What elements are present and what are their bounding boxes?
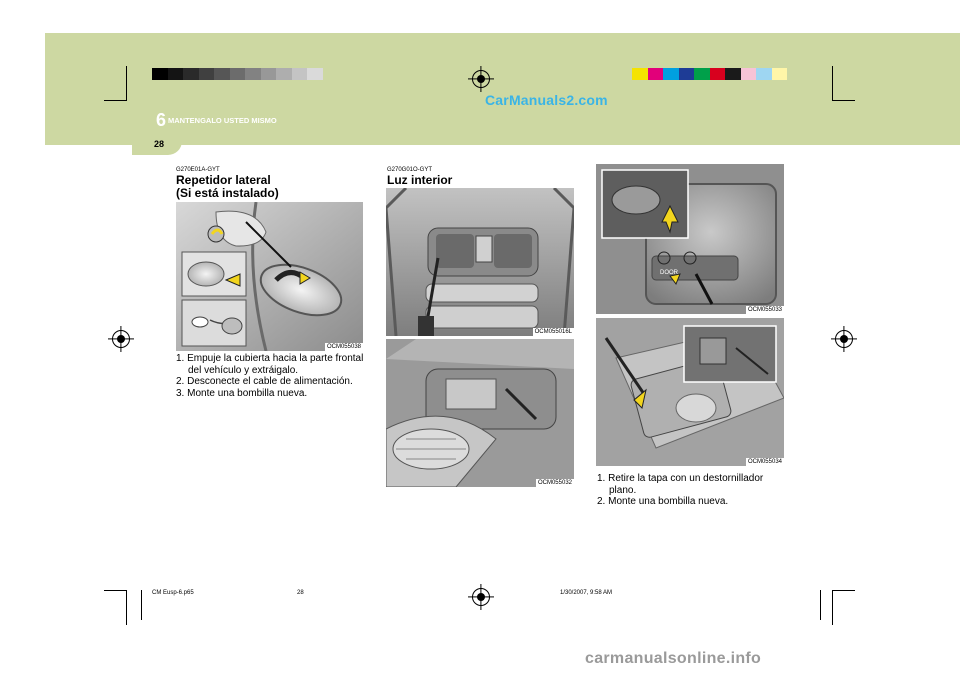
crop-mark bbox=[141, 590, 142, 620]
crop-mark bbox=[820, 590, 821, 620]
registration-mark-icon bbox=[835, 330, 853, 348]
footer-page: 28 bbox=[297, 590, 304, 596]
dome-light-photo: DOOR OCM055033 bbox=[596, 164, 784, 314]
image-caption: OCM055032 bbox=[535, 479, 574, 487]
image-caption: OCM055034 bbox=[745, 458, 784, 466]
header-band bbox=[45, 33, 960, 145]
step-item: 1. Retire la tapa con un destornillador … bbox=[597, 473, 764, 496]
crop-mark bbox=[832, 590, 855, 591]
chapter-number: 6 bbox=[156, 110, 167, 130]
lamp-cover-photo: OCM055034 bbox=[596, 318, 784, 466]
repeater-steps: 1. Empuje la cubierta hacia la parte fro… bbox=[176, 353, 364, 399]
crop-mark bbox=[832, 100, 855, 101]
manual-page: CarManuals2.com 6 MANTENGALO USTED MISMO… bbox=[0, 0, 960, 678]
step-item: 3. Monte una bombilla nueva. bbox=[176, 387, 308, 399]
image-caption: OCM055038 bbox=[324, 343, 363, 351]
registration-mark-icon bbox=[472, 588, 490, 606]
step-item: 2. Monte una bombilla nueva. bbox=[597, 496, 729, 507]
page-number: 28 bbox=[154, 139, 165, 149]
footer-file: CM Eusp-6.p65 bbox=[152, 590, 194, 596]
chapter-title: MANTENGALO USTED MISMO bbox=[168, 116, 277, 125]
color-bar bbox=[632, 68, 787, 80]
side-repeater-photo: OCM055038 bbox=[176, 202, 363, 351]
interior-steps: 1. Retire la tapa con un destornillador … bbox=[597, 473, 787, 508]
console-removal-photo: OCM055032 bbox=[386, 339, 574, 487]
footer-timestamp: 1/30/2007, 9:58 AM bbox=[560, 590, 613, 596]
section-title: Luz interior bbox=[387, 173, 453, 187]
section-title: Repetidor lateral (Si está instalado) bbox=[176, 174, 279, 200]
image-caption: OCM055016L bbox=[532, 328, 574, 336]
registration-mark-icon bbox=[472, 70, 490, 88]
overhead-console-photo: OCM055016L bbox=[386, 188, 574, 336]
crop-mark bbox=[126, 590, 127, 625]
crop-mark bbox=[832, 66, 833, 101]
section-title-line: (Si está instalado) bbox=[176, 186, 279, 200]
registration-mark-icon bbox=[112, 330, 130, 348]
crop-mark bbox=[126, 66, 127, 101]
step-item: 2. Desconecte el cable de alimentación. bbox=[176, 376, 353, 387]
crop-mark bbox=[104, 590, 127, 591]
step-item: 1. Empuje la cubierta hacia la parte fro… bbox=[176, 353, 364, 376]
crop-mark bbox=[104, 100, 127, 101]
grayscale-bar bbox=[152, 68, 323, 80]
site-link[interactable]: CarManuals2.com bbox=[485, 92, 608, 108]
image-caption: OCM055033 bbox=[745, 306, 784, 314]
watermark: carmanualsonline.info bbox=[585, 650, 762, 667]
crop-mark bbox=[832, 590, 833, 625]
